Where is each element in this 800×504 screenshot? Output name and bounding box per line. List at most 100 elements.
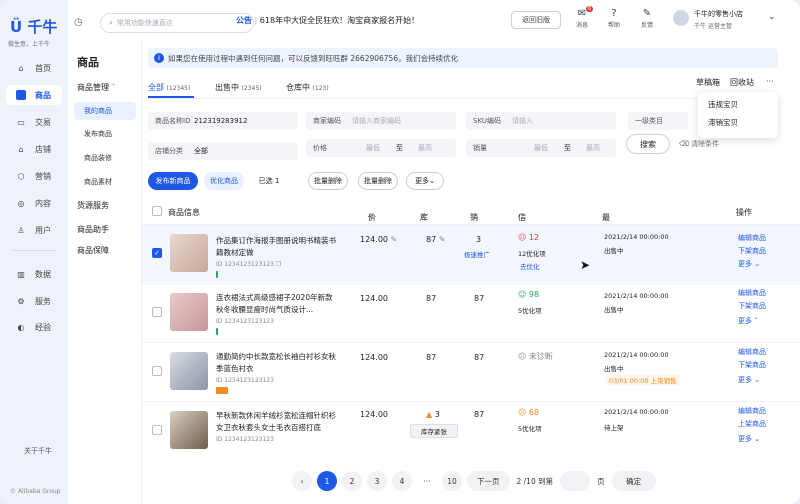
page-1[interactable]: 1 bbox=[317, 471, 337, 491]
page-10[interactable]: 10 bbox=[442, 471, 462, 491]
product-thumbnail[interactable] bbox=[170, 293, 208, 331]
feedback-button[interactable]: ✎ 反馈 bbox=[635, 8, 659, 29]
sku-code-field[interactable]: SKU编码 请输入 bbox=[466, 112, 616, 130]
drafts-link[interactable]: 草稿箱 bbox=[696, 77, 720, 88]
nav-item-user[interactable]: ♙ 用户 bbox=[6, 220, 62, 240]
batch-delete-button-2[interactable]: 批量删除 bbox=[358, 172, 398, 190]
goto-page-input[interactable] bbox=[560, 471, 591, 491]
shop-category-select[interactable]: 店铺分类 全部 bbox=[148, 142, 298, 160]
edit-product-link[interactable]: 编辑商品 bbox=[738, 233, 766, 243]
old-version-button[interactable]: 返回旧版 bbox=[511, 11, 561, 29]
delist-product-link[interactable]: 下架商品 bbox=[738, 246, 766, 256]
help-button[interactable]: ? 帮助 bbox=[602, 8, 626, 29]
table-row[interactable]: 早秋新款休闲羊绒衫宽松连帽针织衫女卫衣秋套头女士毛衣百搭打底 ID 123412… bbox=[142, 401, 800, 463]
recycle-bin-link[interactable]: 回收站 bbox=[730, 77, 754, 88]
nav-item-home[interactable]: ⌂ 首页 bbox=[6, 58, 62, 78]
message-button[interactable]: ✉ 6 消息 bbox=[570, 6, 594, 29]
page-3[interactable]: 3 bbox=[367, 471, 387, 491]
nav-item-marketing[interactable]: ⬡ 营销 bbox=[6, 166, 62, 186]
edit-icon[interactable]: ✎ bbox=[439, 235, 446, 244]
shop-info[interactable]: 千牛的零售小店 千牛 运营主管 bbox=[694, 9, 743, 30]
next-page-button[interactable]: 下一页 bbox=[467, 471, 510, 491]
more-ops-link[interactable]: 更多 ⌄ bbox=[738, 434, 760, 444]
more-ops-link[interactable]: 更多 ˄ bbox=[738, 316, 758, 326]
edit-product-link[interactable]: 编辑商品 bbox=[738, 347, 766, 357]
nav-item-trade[interactable]: ▭ 交易 bbox=[6, 112, 62, 132]
search-icon: ⌕ bbox=[109, 18, 113, 27]
nav-divider bbox=[12, 250, 56, 251]
field-label: 店铺分类 bbox=[155, 147, 183, 155]
search-button[interactable]: 搜索 bbox=[626, 134, 670, 154]
row-checkbox[interactable]: ✓ bbox=[152, 248, 162, 258]
merchant-code-field[interactable]: 商家编码 请输入商家编码 bbox=[306, 112, 456, 130]
more-actions-button[interactable]: 更多 ⌄ bbox=[406, 172, 444, 190]
low-stock-button[interactable]: 库存紧张 bbox=[410, 424, 458, 438]
dropdown-item-violation[interactable]: 违规宝贝 bbox=[698, 92, 778, 110]
row-checkbox[interactable] bbox=[152, 366, 162, 376]
avatar[interactable] bbox=[673, 10, 689, 26]
table-row[interactable]: 连衣裙法式高级感裙子2020年新款秋冬收腰显瘦时尚气质设计... ID 1234… bbox=[142, 283, 800, 341]
more-ops-link[interactable]: 更多 ⌄ bbox=[738, 259, 760, 269]
optimize-product-button[interactable]: 优化商品 bbox=[204, 172, 244, 190]
sidebar-item-publish[interactable]: 发布商品 bbox=[84, 129, 112, 139]
edit-product-link[interactable]: 编辑商品 bbox=[738, 406, 766, 416]
product-thumbnail[interactable] bbox=[170, 411, 208, 449]
prev-page-button[interactable]: ‹ bbox=[292, 471, 312, 491]
product-name[interactable]: 通勤简约中长款宽松长袖白衬衫女秋季蓝色衬衣 bbox=[216, 351, 338, 375]
tab-on-sale[interactable]: 出售中 (2345) bbox=[215, 82, 262, 93]
select-all-checkbox[interactable] bbox=[152, 206, 162, 216]
table-row[interactable]: 通勤简约中长款宽松长袖白衬衫女秋季蓝色衬衣 ID 1234123123123 1… bbox=[142, 342, 800, 400]
category-field[interactable]: 一级类目 bbox=[628, 112, 688, 130]
table-row[interactable]: ✓ 作品集订作海报手图册说明书精装书籍教材定做 ID 1234123123123… bbox=[142, 224, 800, 282]
clock-icon[interactable]: ◷ bbox=[74, 17, 83, 28]
copy-icon[interactable]: ❐ bbox=[276, 261, 281, 268]
product-name[interactable]: 作品集订作海报手图册说明书精装书籍教材定做 bbox=[216, 235, 338, 259]
boost-link[interactable]: 极速推广 bbox=[464, 249, 490, 259]
product-thumbnail[interactable] bbox=[170, 234, 208, 272]
sidebar-group-assistant[interactable]: 商品助手 bbox=[77, 224, 109, 235]
sidebar-group-guarantee[interactable]: 商品保障 bbox=[77, 245, 109, 256]
content-icon: ◎ bbox=[17, 198, 25, 208]
nav-item-store[interactable]: ⌂ 店铺 bbox=[6, 139, 62, 159]
sidebar-item-material[interactable]: 商品素材 bbox=[84, 177, 112, 187]
data-icon: ▥ bbox=[17, 269, 25, 279]
nav-item-product[interactable]: 商品 bbox=[6, 85, 62, 105]
about-link[interactable]: 关于千牛 bbox=[24, 446, 52, 456]
tab-all[interactable]: 全部 (12345) bbox=[148, 82, 190, 93]
sales-range-field[interactable]: 销量 最低 至 最高 bbox=[466, 139, 616, 157]
go-optimize-link[interactable]: 去优化 bbox=[520, 261, 540, 271]
product-thumbnail[interactable] bbox=[170, 352, 208, 390]
sidebar-item-decorate[interactable]: 商品装修 bbox=[84, 153, 112, 163]
more-ops-link[interactable]: 更多 ⌄ bbox=[738, 375, 760, 385]
product-name[interactable]: 早秋新款休闲羊绒衫宽松连帽针织衫女卫衣秋套头女士毛衣百搭打底 bbox=[216, 410, 338, 434]
dropdown-item-unsold[interactable]: 滞销宝贝 bbox=[698, 110, 778, 128]
nav-item-experience[interactable]: ◐ 经验 bbox=[6, 317, 62, 337]
publish-product-button[interactable]: 发布新商品 bbox=[148, 172, 198, 190]
delist-product-link[interactable]: 下架商品 bbox=[738, 360, 766, 370]
page-4[interactable]: 4 bbox=[392, 471, 412, 491]
sidebar-item-my-products[interactable]: 我的商品 bbox=[74, 102, 136, 120]
confirm-page-button[interactable]: 确定 bbox=[611, 471, 656, 491]
delist-product-link[interactable]: 下架商品 bbox=[738, 301, 766, 311]
row-checkbox[interactable] bbox=[152, 307, 162, 317]
announcement[interactable]: 公告 | 618年中大促全民狂欢！淘宝商家报名开始！ bbox=[236, 15, 419, 26]
list-product-link[interactable]: 上架商品 bbox=[738, 419, 766, 429]
chevron-down-icon[interactable]: ⌄ bbox=[768, 12, 776, 22]
edit-icon[interactable]: ✎ bbox=[391, 235, 398, 244]
sidebar-group-source[interactable]: 货源服务 bbox=[77, 200, 109, 211]
nav-item-data[interactable]: ▥ 数据 bbox=[6, 264, 62, 284]
more-menu-button[interactable]: ··· bbox=[766, 77, 774, 86]
tab-warehouse[interactable]: 仓库中 (123) bbox=[286, 82, 329, 93]
sidebar-group-manage[interactable]: 商品管理 ˄ bbox=[77, 82, 116, 93]
price-range-field[interactable]: 价格 最低 至 最高 bbox=[306, 139, 456, 157]
name-id-field[interactable]: 商品名称ID 212319283912 bbox=[148, 112, 298, 130]
page-2[interactable]: 2 bbox=[342, 471, 362, 491]
search-input[interactable]: ⌕ 常用功能快速直达 bbox=[100, 13, 254, 33]
edit-product-link[interactable]: 编辑商品 bbox=[738, 288, 766, 298]
batch-delete-button[interactable]: 批量删除 bbox=[308, 172, 348, 190]
product-name[interactable]: 连衣裙法式高级感裙子2020年新款秋冬收腰显瘦时尚气质设计... bbox=[216, 292, 338, 316]
row-checkbox[interactable] bbox=[152, 425, 162, 435]
nav-item-content[interactable]: ◎ 内容 bbox=[6, 193, 62, 213]
clear-filters-button[interactable]: ⌫ 清除条件 bbox=[679, 139, 719, 149]
nav-item-service[interactable]: ⚙ 服务 bbox=[6, 291, 62, 311]
